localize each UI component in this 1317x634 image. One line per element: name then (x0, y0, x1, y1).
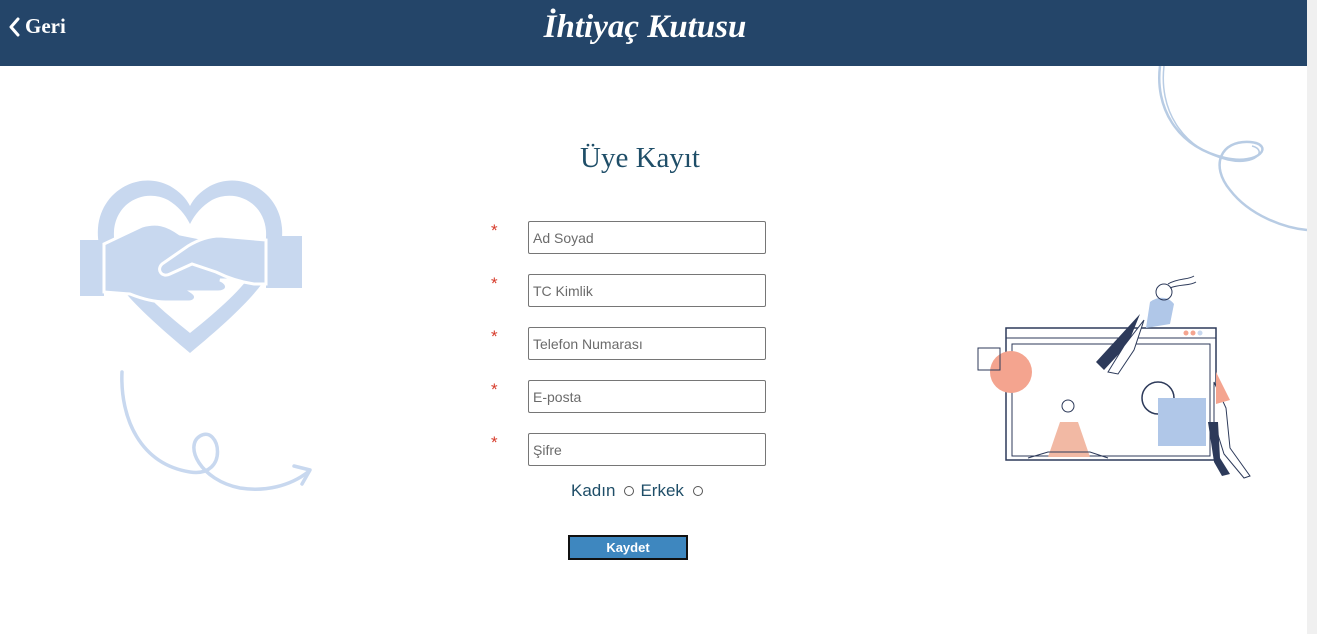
full-name-input[interactable] (528, 221, 766, 254)
save-button[interactable]: Kaydet (568, 535, 688, 560)
required-marker: * (491, 380, 498, 399)
required-marker: * (491, 274, 498, 293)
page-title: Üye Kayıt (580, 142, 700, 174)
required-marker: * (491, 327, 498, 346)
app-title: İhtiyaç Kutusu (543, 9, 747, 45)
password-input[interactable] (528, 433, 766, 466)
page-scroll-track[interactable] (1307, 0, 1317, 634)
decorative-swirl-icon (1158, 66, 1307, 232)
required-marker: * (491, 433, 498, 452)
male-radio[interactable] (692, 486, 703, 496)
people-browser-window-illustration (977, 275, 1251, 479)
male-label: Erkek (640, 481, 684, 500)
required-marker: * (491, 221, 498, 240)
tc-id-input[interactable] (528, 274, 766, 307)
female-radio[interactable] (624, 486, 635, 496)
female-label: Kadın (571, 481, 616, 500)
email-input[interactable] (528, 380, 766, 413)
phone-input[interactable] (528, 327, 766, 360)
top-bar: Geri İhtiyaç Kutusu (0, 0, 1307, 66)
gender-selector: Kadın Erkek (571, 481, 709, 501)
heart-handshake-icon (80, 180, 312, 491)
